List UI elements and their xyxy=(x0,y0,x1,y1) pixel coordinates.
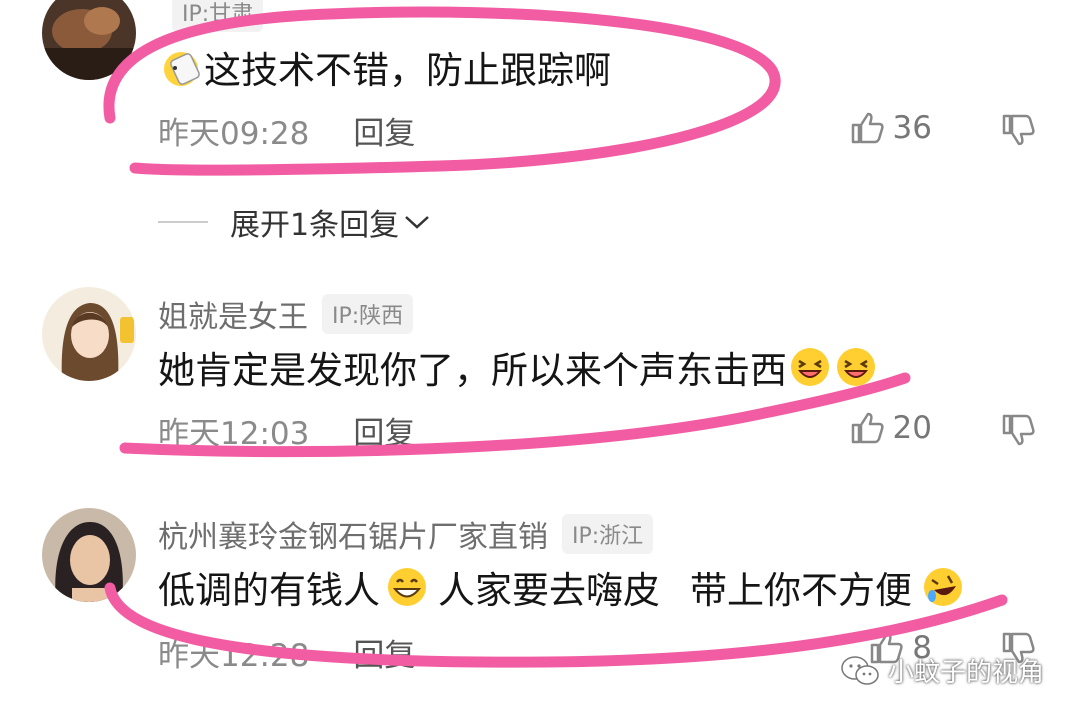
thumbs-up-icon xyxy=(851,412,884,444)
wechat-icon xyxy=(841,655,879,685)
ip-location-badge: IP:陕西 xyxy=(322,294,414,334)
thumbs-down-icon xyxy=(1002,114,1035,146)
chevron-down-icon xyxy=(405,216,429,229)
grinning-emoji-icon xyxy=(388,568,426,606)
avatar[interactable] xyxy=(42,287,136,381)
like-count: 20 xyxy=(892,410,932,446)
divider xyxy=(158,221,208,223)
dislike-button[interactable] xyxy=(1000,112,1036,152)
avatar[interactable] xyxy=(42,508,136,602)
comment-time: 昨天09:28 xyxy=(158,116,310,152)
rolling-laughing-emoji-icon xyxy=(924,568,962,606)
avatar[interactable] xyxy=(42,0,136,80)
watermark: 小蚊子的视角 xyxy=(840,652,1044,689)
thumbs-up-icon xyxy=(851,112,884,144)
comment-text: 她肯定是发现你了，所以来个声东击西 xyxy=(158,340,879,394)
comment-text: 低调的有钱人 人家要去嗨皮 带上你不方便 xyxy=(158,560,966,614)
ip-location-badge: IP:甘肃 xyxy=(172,0,264,32)
like-count: 36 xyxy=(892,110,932,146)
dislike-button[interactable] xyxy=(1000,412,1036,452)
comment-time: 昨天12:28 xyxy=(158,638,310,674)
thumbs-down-icon xyxy=(1002,414,1035,446)
reply-button[interactable]: 回复 xyxy=(353,408,415,453)
like-button[interactable]: 36 xyxy=(849,110,932,146)
like-button[interactable]: 20 xyxy=(849,410,932,446)
ip-location-badge: IP:浙江 xyxy=(562,514,654,554)
laughing-emoji-icon xyxy=(791,348,829,386)
comment-author[interactable]: 姐就是女王 xyxy=(158,292,308,336)
comment-time: 昨天12:03 xyxy=(158,416,310,452)
comment-text: 这技术不错，防止跟踪啊 xyxy=(158,40,611,94)
comment-author[interactable]: 杭州襄玲金钢石锯片厂家直销 xyxy=(158,512,548,556)
laughing-emoji-icon xyxy=(837,348,875,386)
expand-replies-button[interactable]: 展开1条回复 xyxy=(158,200,431,244)
emoji-icon xyxy=(164,52,200,86)
reply-button[interactable]: 回复 xyxy=(353,108,415,153)
reply-button[interactable]: 回复 xyxy=(353,630,415,675)
